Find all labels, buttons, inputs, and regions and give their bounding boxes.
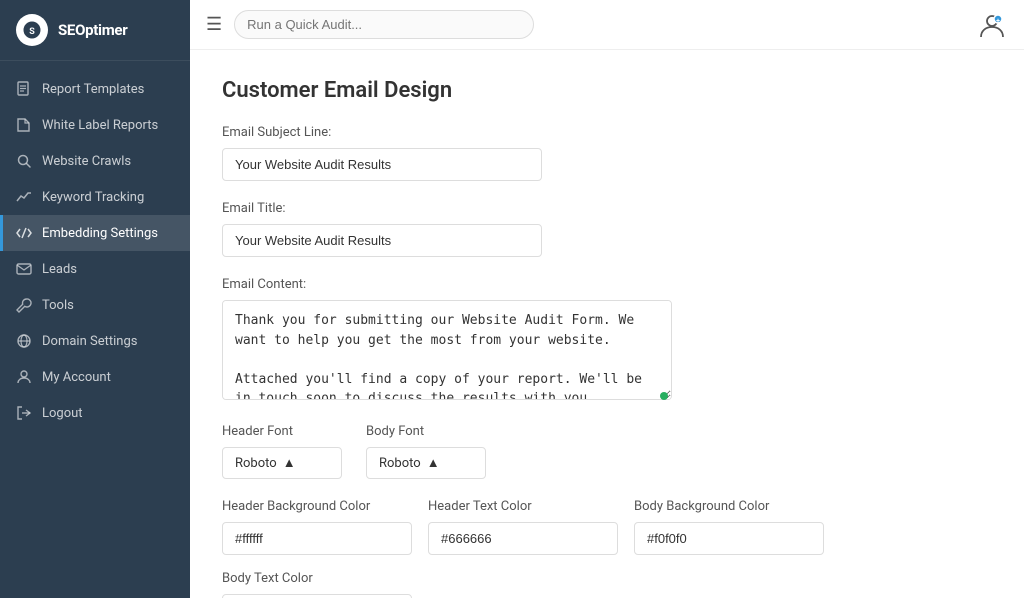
body-bg-color-group: Body Background Color	[634, 499, 824, 555]
sidebar-item-domain-settings-label: Domain Settings	[42, 334, 137, 349]
body-font-group: Body Font Roboto ▲	[366, 424, 486, 479]
resize-handle	[660, 392, 668, 400]
logo-container: S SEOptimer	[0, 0, 190, 61]
header-font-value: Roboto	[235, 456, 277, 471]
body-text-color-group: Body Text Color	[222, 571, 412, 598]
font-row: Header Font Roboto ▲ Body Font Roboto ▲	[222, 424, 992, 479]
sidebar-nav: Report Templates White Label Reports Web…	[0, 61, 190, 598]
page-title: Customer Email Design	[222, 78, 992, 103]
email-content-label: Email Content:	[222, 277, 992, 292]
header-font-chevron-up-icon: ▲	[283, 455, 296, 471]
sidebar-item-my-account[interactable]: My Account	[0, 359, 190, 395]
body-text-color-label: Body Text Color	[222, 571, 412, 586]
topbar: ☰ +	[190, 0, 1024, 50]
body-font-chevron-up-icon: ▲	[427, 455, 440, 471]
topbar-right: +	[976, 9, 1008, 41]
sidebar-item-report-templates[interactable]: Report Templates	[0, 71, 190, 107]
email-title-label: Email Title:	[222, 201, 992, 216]
sidebar-item-embedding-settings[interactable]: Embedding Settings	[0, 215, 190, 251]
email-content-group: Email Content: Thank you for submitting …	[222, 277, 992, 404]
sidebar-item-white-label-reports-label: White Label Reports	[42, 118, 158, 133]
sidebar-item-logout-label: Logout	[42, 406, 83, 421]
color-row: Header Background Color Header Text Colo…	[222, 499, 992, 598]
email-subject-line-group: Email Subject Line:	[222, 125, 992, 181]
email-subject-line-label: Email Subject Line:	[222, 125, 992, 140]
sidebar-item-keyword-tracking-label: Keyword Tracking	[42, 190, 144, 205]
user-avatar-icon[interactable]: +	[976, 9, 1008, 41]
sidebar-item-tools-label: Tools	[42, 298, 74, 313]
textarea-wrapper: Thank you for submitting our Website Aud…	[222, 300, 672, 404]
sidebar-item-my-account-label: My Account	[42, 370, 111, 385]
email-title-input[interactable]	[222, 224, 542, 257]
sidebar-item-logout[interactable]: Logout	[0, 395, 190, 431]
main-content: ☰ + Customer Email Design Email Subject …	[190, 0, 1024, 598]
email-title-group: Email Title:	[222, 201, 992, 257]
header-text-color-label: Header Text Color	[428, 499, 618, 514]
header-font-select[interactable]: Roboto ▲	[222, 447, 342, 479]
sidebar-item-embedding-settings-label: Embedding Settings	[42, 226, 158, 241]
body-font-select[interactable]: Roboto ▲	[366, 447, 486, 479]
email-content-textarea[interactable]: Thank you for submitting our Website Aud…	[222, 300, 672, 400]
header-text-color-group: Header Text Color	[428, 499, 618, 555]
sidebar-item-leads[interactable]: Leads	[0, 251, 190, 287]
search-input[interactable]	[234, 10, 534, 39]
header-font-label: Header Font	[222, 424, 342, 439]
email-subject-line-input[interactable]	[222, 148, 542, 181]
search-container	[234, 10, 534, 39]
sidebar-item-domain-settings[interactable]: Domain Settings	[0, 323, 190, 359]
logo-text: SEOptimer	[58, 21, 127, 39]
sidebar-item-website-crawls-label: Website Crawls	[42, 154, 131, 169]
body-font-value: Roboto	[379, 456, 421, 471]
header-bg-color-label: Header Background Color	[222, 499, 412, 514]
svg-text:+: +	[996, 17, 1000, 25]
body-font-label: Body Font	[366, 424, 486, 439]
sidebar-item-leads-label: Leads	[42, 262, 77, 277]
header-text-color-input[interactable]	[428, 522, 618, 555]
sidebar-item-keyword-tracking[interactable]: Keyword Tracking	[0, 179, 190, 215]
sidebar: S SEOptimer Report Templates White Label…	[0, 0, 190, 598]
body-bg-color-label: Body Background Color	[634, 499, 824, 514]
sidebar-item-tools[interactable]: Tools	[0, 287, 190, 323]
menu-icon[interactable]: ☰	[206, 14, 222, 35]
sidebar-item-white-label-reports[interactable]: White Label Reports	[0, 107, 190, 143]
sidebar-item-report-templates-label: Report Templates	[42, 82, 144, 97]
header-font-group: Header Font Roboto ▲	[222, 424, 342, 479]
body-text-color-input[interactable]	[222, 594, 412, 598]
header-bg-color-input[interactable]	[222, 522, 412, 555]
logo-icon: S	[16, 14, 48, 46]
sidebar-item-website-crawls[interactable]: Website Crawls	[0, 143, 190, 179]
svg-text:S: S	[29, 27, 35, 37]
content-area: Customer Email Design Email Subject Line…	[190, 50, 1024, 598]
header-bg-color-group: Header Background Color	[222, 499, 412, 555]
body-bg-color-input[interactable]	[634, 522, 824, 555]
